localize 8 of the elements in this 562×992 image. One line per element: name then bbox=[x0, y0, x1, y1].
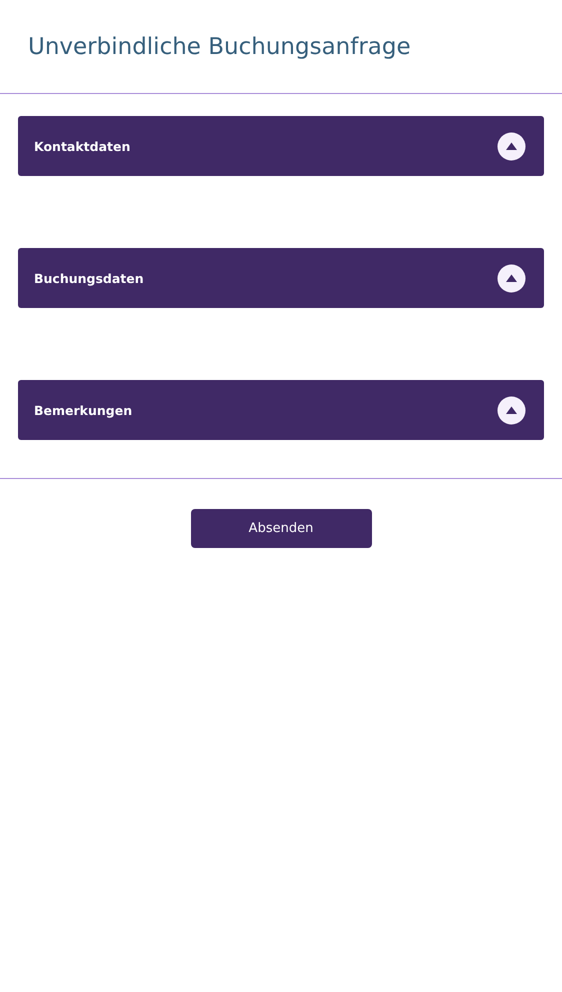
section-title: Bemerkungen bbox=[34, 402, 132, 418]
section-header[interactable]: Buchungsdaten bbox=[18, 248, 544, 308]
section-header[interactable]: Kontaktdaten bbox=[18, 116, 544, 176]
form-title: Unverbindliche Buchungsanfrage bbox=[28, 34, 411, 60]
section-title: Buchungsdaten bbox=[34, 270, 144, 286]
section-header[interactable]: Bemerkungen bbox=[18, 380, 544, 440]
section-title: Kontaktdaten bbox=[34, 138, 130, 154]
submit-button[interactable]: Absenden bbox=[190, 509, 372, 548]
